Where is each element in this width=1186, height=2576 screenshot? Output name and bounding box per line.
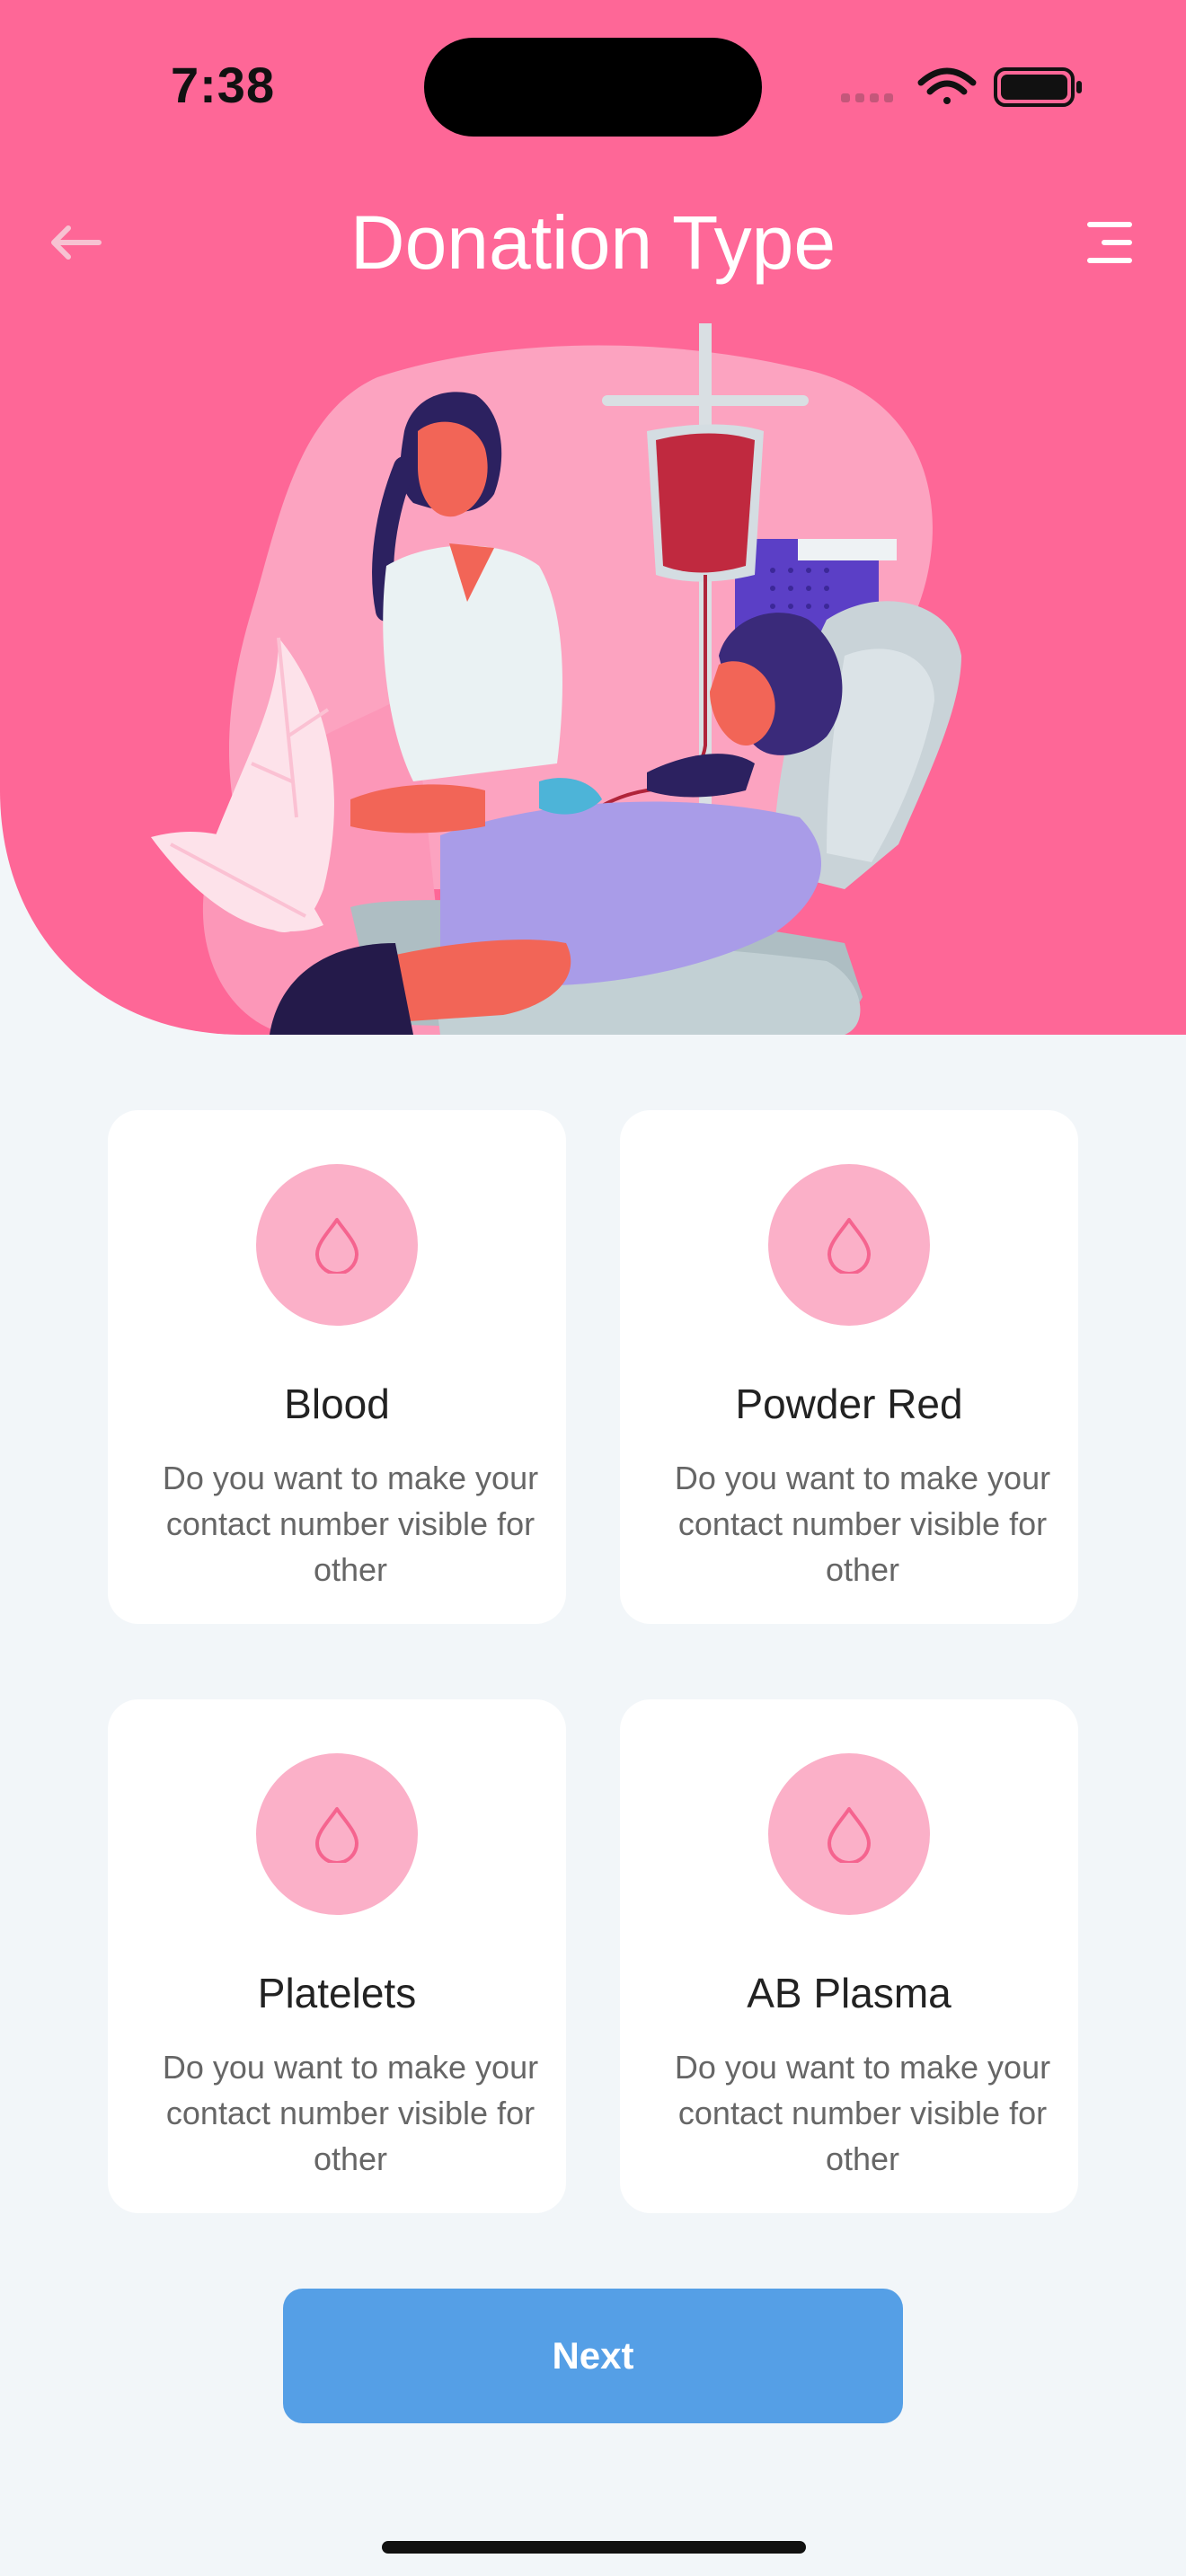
card-title: Platelets: [257, 1970, 417, 2016]
card-title: Blood: [284, 1381, 390, 1427]
home-indicator: [382, 2541, 806, 2554]
menu-icon: [1087, 222, 1132, 263]
battery-icon: [994, 67, 1082, 107]
signal-icon: [841, 93, 893, 102]
wifi-icon: [917, 67, 977, 104]
drop-icon: [315, 1807, 358, 1863]
drop-icon-circle: [768, 1753, 930, 1915]
dynamic-island: [424, 38, 762, 137]
blood-donation-illustration: [151, 323, 961, 1035]
card-description: Do you want to make your contact number …: [674, 2049, 1051, 2177]
donation-card-powder-red[interactable]: Powder Red Do you want to make your cont…: [620, 1110, 1078, 1624]
card-description: Do you want to make your contact number …: [162, 1460, 539, 1588]
status-time: 7:38: [171, 57, 276, 113]
drop-icon-circle: [256, 1753, 418, 1915]
page-title: Donation Type: [350, 200, 836, 285]
card-title: Powder Red: [735, 1381, 963, 1427]
drop-icon-circle: [256, 1164, 418, 1326]
donation-card-platelets[interactable]: Platelets Do you want to make your conta…: [108, 1699, 566, 2213]
menu-button[interactable]: [1078, 216, 1141, 269]
drop-icon: [828, 1218, 871, 1274]
drop-icon-circle: [768, 1164, 930, 1326]
status-icons: [841, 67, 1082, 107]
drop-icon: [828, 1807, 871, 1863]
card-description: Do you want to make your contact number …: [162, 2049, 539, 2177]
hero-header: 7:38 Donation Type: [0, 0, 1186, 1035]
donation-card-ab-plasma[interactable]: AB Plasma Do you want to make your conta…: [620, 1699, 1078, 2213]
donation-card-blood[interactable]: Blood Do you want to make your contact n…: [108, 1110, 566, 1624]
card-title: AB Plasma: [747, 1970, 951, 2016]
drop-icon: [315, 1218, 358, 1274]
next-button[interactable]: Next: [283, 2289, 903, 2423]
card-description: Do you want to make your contact number …: [674, 1460, 1051, 1588]
